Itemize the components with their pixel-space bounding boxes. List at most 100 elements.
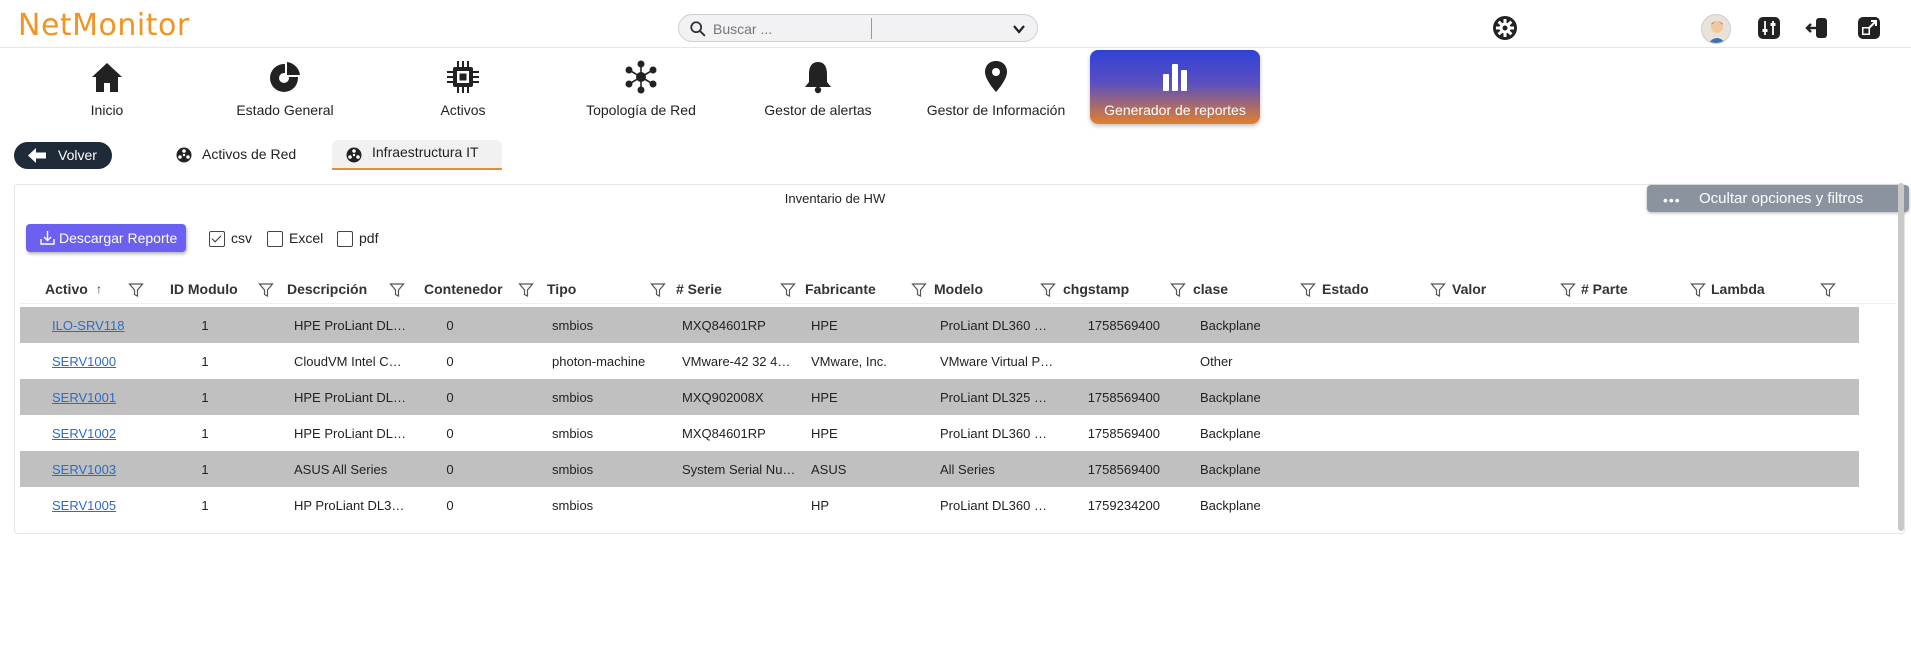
avatar[interactable]: [1701, 14, 1731, 44]
column-header-10[interactable]: Estado: [1322, 279, 1450, 299]
column-header-5[interactable]: # Serie: [676, 279, 800, 299]
table-cell: ProLiant DL325 …: [940, 390, 1047, 405]
external-link-icon[interactable]: [1856, 15, 1882, 41]
equalizer-icon[interactable]: [1756, 15, 1782, 41]
pie-chart-icon: [270, 61, 301, 92]
filter-icon[interactable]: [780, 282, 796, 298]
scrollbar[interactable]: [1898, 183, 1904, 531]
table-cell: ProLiant DL360 …: [940, 498, 1047, 513]
chevron-down-icon[interactable]: [1011, 21, 1027, 37]
nav-item-topologia-de-red[interactable]: Topología de Red: [556, 50, 726, 124]
filter-icon[interactable]: [128, 282, 144, 298]
filter-icon[interactable]: [1300, 282, 1316, 298]
table-row[interactable]: ILO-SRV118 1 HPE ProLiant DL… 0 smbios MXQ846…: [20, 307, 1859, 343]
table-row[interactable]: SERV1001 1 HPE ProLiant DL… 0 smbios MXQ90200…: [20, 379, 1859, 415]
table-cell: VMware, Inc.: [811, 354, 887, 369]
nav-item-gestor-de-alertas[interactable]: Gestor de alertas: [733, 50, 903, 124]
column-header-label: Valor: [1452, 281, 1487, 297]
filter-icon[interactable]: [518, 282, 534, 298]
asset-link[interactable]: SERV1003: [52, 462, 162, 477]
column-header-label: Estado: [1322, 281, 1369, 297]
column-header-label: ID Modulo: [170, 281, 238, 297]
table-cell: Backplane: [1200, 462, 1261, 477]
search-icon: [690, 21, 706, 37]
filter-icon[interactable]: [1820, 282, 1836, 298]
download-report-button[interactable]: Descargar Reporte: [26, 224, 186, 252]
column-header-6[interactable]: Fabricante: [805, 279, 931, 299]
asset-link[interactable]: SERV1002: [52, 426, 162, 441]
filter-icon[interactable]: [258, 282, 274, 298]
bar-chart-icon: [1163, 64, 1187, 91]
table-cell: smbios: [552, 390, 594, 405]
table-cell: ProLiant DL360 …: [940, 318, 1047, 333]
column-header-12[interactable]: # Parte: [1581, 279, 1710, 299]
column-header-7[interactable]: Modelo: [934, 279, 1060, 299]
column-header-4[interactable]: Tipo: [547, 279, 670, 299]
table-row[interactable]: SERV1003 1 ASUS All Series 0 smbios System Se…: [20, 451, 1859, 487]
table-cell: 1: [201, 390, 209, 405]
sort-ascending-icon[interactable]: ↑: [96, 282, 102, 296]
column-header-3[interactable]: Contenedor: [424, 279, 538, 299]
asset-link[interactable]: SERV1000: [52, 354, 162, 369]
nav-item-estado-general[interactable]: Estado General: [200, 50, 370, 124]
filter-icon[interactable]: [1430, 282, 1446, 298]
search-filter-select[interactable]: [879, 20, 999, 38]
column-header-0[interactable]: Activo ↑: [45, 279, 148, 299]
column-header-11[interactable]: Valor: [1452, 279, 1580, 299]
checkbox[interactable]: [267, 231, 283, 247]
table-row[interactable]: SERV1002 1 HPE ProLiant DL… 0 smbios MXQ84601…: [20, 415, 1859, 451]
filter-icon[interactable]: [1560, 282, 1576, 298]
tab-activos-de-red[interactable]: Activos de Red: [176, 140, 296, 170]
nav-item-label: Inicio: [90, 102, 124, 118]
app-logo[interactable]: NetMonitor: [18, 8, 190, 43]
column-header-13[interactable]: Lambda: [1711, 279, 1840, 299]
asset-link[interactable]: ILO-SRV118: [52, 318, 162, 333]
nav-item-inicio[interactable]: Inicio: [22, 50, 192, 124]
arrow-left-icon: [28, 148, 46, 163]
asset-link[interactable]: SERV1001: [52, 390, 162, 405]
table-cell: Backplane: [1200, 390, 1261, 405]
hide-filters-button[interactable]: ••• Ocultar opciones y filtros: [1647, 185, 1909, 212]
main-nav: Inicio Estado General Activos Topología …: [0, 50, 1911, 128]
format-checkbox-excel[interactable]: Excel: [267, 230, 327, 248]
column-header-1[interactable]: ID Modulo: [170, 279, 278, 299]
back-button[interactable]: Volver: [14, 142, 112, 169]
tab-infraestructura-it[interactable]: Infraestructura IT: [332, 140, 502, 170]
table-row[interactable]: SERV1005 1 HP ProLiant DL3… 0 smbios HP ProLia…: [20, 487, 1859, 523]
network-icon: [625, 60, 657, 94]
table-row[interactable]: SERV1000 1 CloudVM Intel C… 0 photon-machine…: [20, 343, 1859, 379]
column-header-2[interactable]: Descripción: [287, 279, 409, 299]
table-cell: HPE ProLiant DL…: [294, 318, 406, 333]
checkbox[interactable]: [337, 231, 353, 247]
filter-icon[interactable]: [911, 282, 927, 298]
table-cell: System Serial Nu…: [682, 462, 796, 477]
column-header-label: # Parte: [1581, 281, 1628, 297]
filter-icon[interactable]: [650, 282, 666, 298]
column-header-8[interactable]: chgstamp: [1063, 279, 1190, 299]
table-cell: HPE: [811, 426, 838, 441]
format-checkbox-pdf[interactable]: pdf: [337, 230, 387, 248]
table-cell: 1: [201, 462, 209, 477]
nav-item-generador-de-reportes[interactable]: Generador de reportes: [1090, 50, 1260, 124]
filter-icon[interactable]: [1690, 282, 1706, 298]
nav-item-activos[interactable]: Activos: [378, 50, 548, 124]
table-cell: smbios: [552, 318, 594, 333]
column-header-label: chgstamp: [1063, 281, 1130, 297]
table-cell: HPE: [811, 390, 838, 405]
table-cell: 0: [446, 318, 454, 333]
search-input[interactable]: [713, 18, 848, 40]
format-checkbox-csv[interactable]: csv: [209, 230, 259, 248]
filter-icon[interactable]: [1170, 282, 1186, 298]
checkbox[interactable]: [209, 231, 225, 247]
network-hub-icon: [346, 147, 362, 163]
filter-icon[interactable]: [389, 282, 405, 298]
checkbox-label: csv: [231, 230, 252, 246]
column-header-9[interactable]: clase: [1193, 279, 1320, 299]
asset-link[interactable]: SERV1005: [52, 498, 162, 513]
top-bar: NetMonitor: [0, 0, 1911, 48]
gear-icon[interactable]: [1492, 15, 1518, 41]
filter-icon[interactable]: [1040, 282, 1056, 298]
logout-icon[interactable]: [1804, 15, 1830, 41]
nav-item-gestor-de-informacion[interactable]: Gestor de Información: [911, 50, 1081, 124]
table-cell: MXQ902008X: [682, 390, 764, 405]
